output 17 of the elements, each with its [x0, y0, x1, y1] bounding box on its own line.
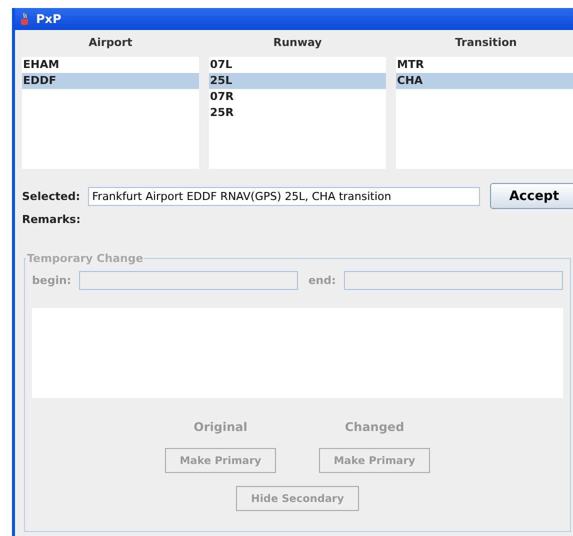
- list-item[interactable]: EDDF: [22, 73, 199, 89]
- list-item[interactable]: CHA: [396, 73, 573, 89]
- selected-field[interactable]: Frankfurt Airport EDDF RNAV(GPS) 25L, CHA transition: [88, 186, 480, 206]
- begin-label: begin:: [32, 274, 72, 287]
- column-header: Airport: [88, 35, 134, 51]
- panel-title: Temporary Change: [26, 252, 144, 265]
- changed-label: Changed: [344, 420, 404, 434]
- original-label: Original: [194, 420, 248, 434]
- accept-button[interactable]: Accept: [490, 183, 573, 209]
- window-title: PxP: [36, 12, 62, 26]
- column-header: Runway: [272, 35, 323, 51]
- end-label: end:: [308, 274, 336, 287]
- coffee-cup-icon: [19, 12, 31, 26]
- list-item[interactable]: 25L: [209, 73, 386, 89]
- selected-label: Selected:: [22, 190, 80, 202]
- column-header: Transition: [454, 35, 518, 51]
- remarks-label: Remarks:: [22, 213, 82, 226]
